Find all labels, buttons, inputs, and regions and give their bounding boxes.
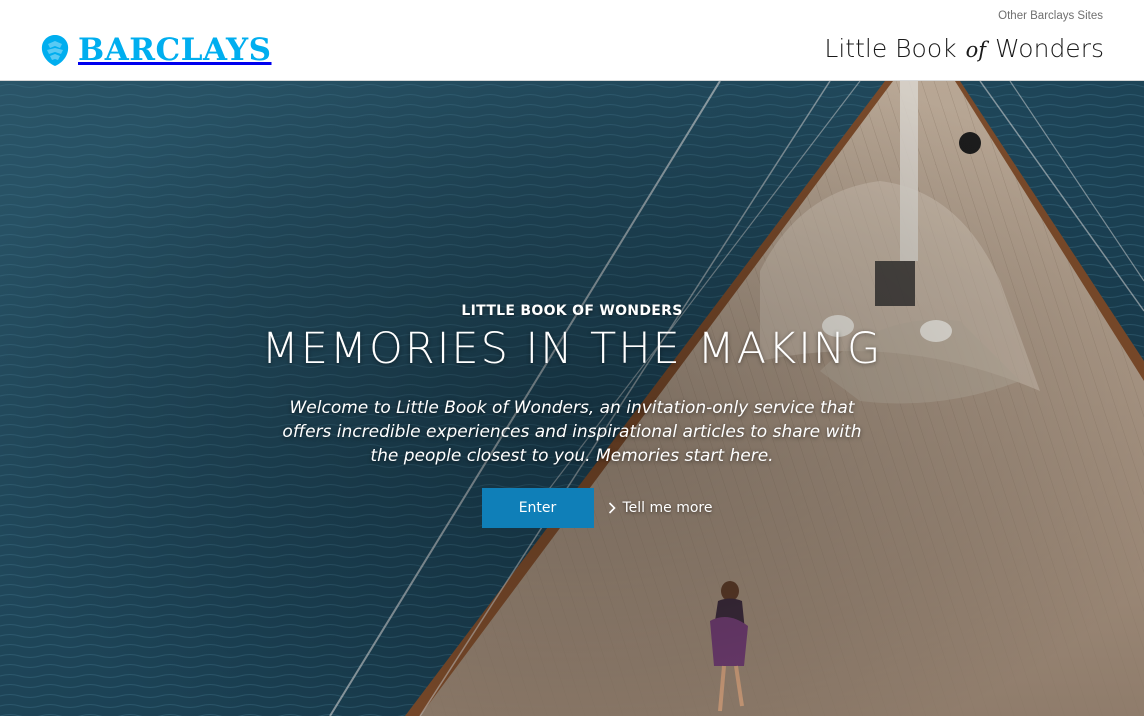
page: Other Barclays Sites BARCLAYS Little Boo… (0, 0, 1144, 716)
chevron-right-icon (608, 502, 616, 514)
hero-section: LITTLE BOOK OF WONDERS MEMORIES IN THE M… (0, 81, 1144, 716)
product-title-part3: Wonders (995, 34, 1104, 63)
logo-wordmark: BARCLAYS (78, 31, 272, 68)
barclays-logo[interactable]: BARCLAYS (38, 30, 272, 70)
hero-headline: MEMORIES IN THE MAKING (261, 324, 883, 374)
tell-me-more-label: Tell me more (622, 500, 713, 517)
other-barclays-sites-link[interactable]: Other Barclays Sites (998, 10, 1103, 22)
hero-actions: Enter Tell me more (0, 488, 1144, 529)
product-title-part1: Little Book (824, 34, 957, 63)
enter-button[interactable]: Enter (481, 488, 594, 529)
product-title-part2: of (965, 38, 987, 62)
hero-content: LITTLE BOOK OF WONDERS MEMORIES IN THE M… (0, 303, 1144, 529)
hero-intro-text: Welcome to Little Book of Wonders, an in… (282, 398, 862, 467)
eagle-icon (41, 35, 69, 66)
hero-eyebrow: LITTLE BOOK OF WONDERS (461, 303, 683, 319)
product-title: Little Book of Wonders (824, 34, 1104, 63)
site-header: Other Barclays Sites BARCLAYS Little Boo… (0, 0, 1144, 81)
tell-me-more-link[interactable]: Tell me more (608, 500, 713, 517)
